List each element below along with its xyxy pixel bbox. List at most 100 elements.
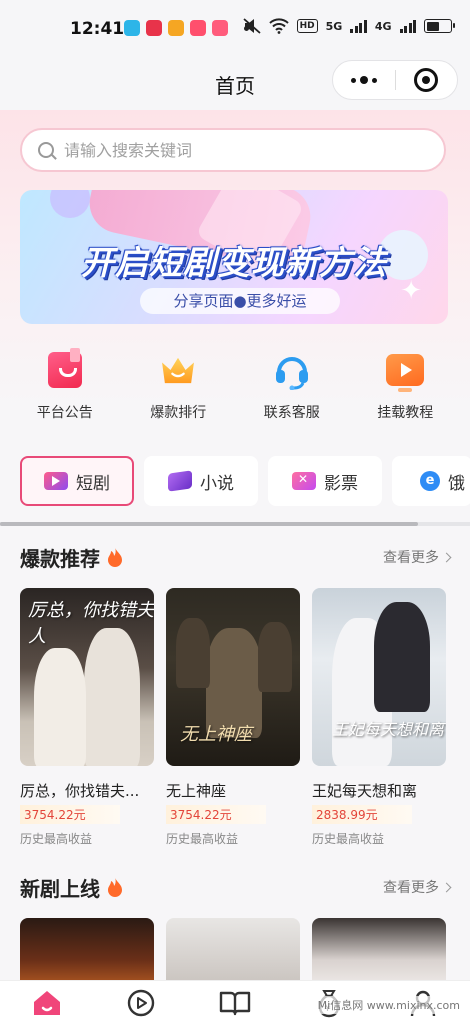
chevron-right-icon xyxy=(441,882,452,892)
app-notification-icon xyxy=(168,20,184,36)
category-tabs: 短剧 小说 影票 e 饿 xyxy=(20,456,470,508)
hot-section-header: 爆款推荐 查看更多 xyxy=(20,542,452,572)
drama-card[interactable] xyxy=(166,918,300,980)
drama-card[interactable]: 无上神座 无上神座 3754.22元 历史最高收益 xyxy=(166,588,300,847)
banner-title: 开启短剧变现新方法 xyxy=(81,243,387,282)
book-icon xyxy=(168,470,192,492)
banner-decoration xyxy=(50,190,90,218)
hd-badge: HD xyxy=(296,19,318,33)
tab-label: 影票 xyxy=(324,473,358,494)
close-button[interactable] xyxy=(395,61,457,99)
mini-program-capsule xyxy=(332,60,458,100)
drama-title: 无上神座 xyxy=(166,782,227,800)
poster-figure xyxy=(34,648,86,766)
quick-link-tutorial[interactable]: 挂载教程 xyxy=(355,350,455,422)
tv-play-icon xyxy=(386,354,425,392)
5g-label: 5G xyxy=(325,19,343,33)
drama-poster[interactable]: 厉总，你找错夫人 xyxy=(20,588,154,766)
see-more-link[interactable]: 查看更多 xyxy=(383,877,452,897)
tab-play[interactable] xyxy=(111,983,171,1023)
tab-movie-ticket[interactable]: 影票 xyxy=(268,456,382,506)
status-bar: 12:41 HD 5G 4G xyxy=(0,0,470,58)
earnings-note: 历史最高收益 xyxy=(20,832,93,846)
eleme-icon: e xyxy=(420,471,440,491)
drama-earnings: 3754.22元 xyxy=(166,805,266,824)
drama-card[interactable]: 厉总，你找错夫人 厉总，你找错夫... 3754.22元 历史最高收益 xyxy=(20,588,154,847)
book-open-icon xyxy=(219,991,251,1015)
new-section-header: 新剧上线 查看更多 xyxy=(20,872,452,902)
drama-poster[interactable]: 无上神座 xyxy=(166,588,300,766)
scrollbar-thumb[interactable] xyxy=(0,522,418,526)
quick-link-label: 平台公告 xyxy=(36,405,93,421)
crown-icon xyxy=(162,357,195,384)
poster-figure xyxy=(374,602,430,712)
search-icon xyxy=(38,142,54,158)
tab-library[interactable] xyxy=(205,983,265,1023)
home-icon xyxy=(34,990,60,1015)
drama-title: 厉总，你找错夫... xyxy=(20,782,140,800)
drama-card[interactable] xyxy=(312,918,446,980)
drama-card[interactable]: 王妃每天想和离 王妃每天想和离 2838.99元 历史最高收益 xyxy=(312,588,446,847)
see-more-link[interactable]: 查看更多 xyxy=(383,547,452,567)
see-more-label: 查看更多 xyxy=(383,880,439,896)
drama-title: 王妃每天想和离 xyxy=(312,782,418,800)
new-drama-list xyxy=(20,918,460,980)
quick-link-support[interactable]: 联系客服 xyxy=(242,350,342,422)
search-bar[interactable] xyxy=(20,128,446,172)
poster-title: 厉总，你找错夫人 xyxy=(28,600,154,647)
video-icon xyxy=(44,472,68,490)
drama-earnings: 3754.22元 xyxy=(20,805,120,824)
more-dots-icon[interactable] xyxy=(333,61,395,99)
tab-label: 饿 xyxy=(448,473,465,494)
drama-card[interactable] xyxy=(20,918,154,980)
chevron-right-icon xyxy=(441,552,452,562)
poster-figure xyxy=(176,618,210,688)
section-title: 新剧上线 xyxy=(20,876,100,901)
navigation-bar: 首页 xyxy=(0,58,470,110)
ticket-icon xyxy=(292,472,316,490)
main-content[interactable]: 开启短剧变现新方法 分享页面●更多好运 ✦ 平台公告 爆款排行 xyxy=(0,110,470,980)
poster-figure xyxy=(84,628,140,766)
see-more-label: 查看更多 xyxy=(383,550,439,566)
tab-short-drama[interactable]: 短剧 xyxy=(20,456,134,506)
play-icon xyxy=(127,989,155,1016)
drama-poster[interactable] xyxy=(20,918,154,980)
drama-poster[interactable] xyxy=(312,918,446,980)
poster-figure xyxy=(258,622,292,692)
tab-novel[interactable]: 小说 xyxy=(144,456,258,506)
banner-subtitle: 分享页面●更多好运 xyxy=(140,288,340,314)
drama-poster[interactable] xyxy=(166,918,300,980)
quick-links: 平台公告 爆款排行 联系客服 挂载教程 xyxy=(0,348,470,422)
quick-link-label: 爆款排行 xyxy=(150,405,207,421)
earnings-note: 历史最高收益 xyxy=(312,832,385,846)
search-input[interactable] xyxy=(64,140,394,160)
notification-icons xyxy=(124,20,249,36)
mute-icon xyxy=(243,18,261,34)
quick-link-ranking[interactable]: 爆款排行 xyxy=(128,350,228,422)
app-notification-icon xyxy=(124,20,140,36)
fire-icon xyxy=(108,877,122,897)
poster-title: 王妃每天想和离 xyxy=(332,720,445,739)
tab-home[interactable] xyxy=(17,983,77,1023)
signal-4g-icon xyxy=(399,19,416,33)
tabs-scrollbar[interactable] xyxy=(0,522,470,526)
poster-title: 无上神座 xyxy=(180,724,252,745)
earnings-note: 历史最高收益 xyxy=(166,832,239,846)
notice-icon xyxy=(47,348,82,388)
system-indicators: HD 5G 4G xyxy=(243,18,455,34)
hot-drama-list: 厉总，你找错夫人 厉总，你找错夫... 3754.22元 历史最高收益 无上神座… xyxy=(20,588,460,847)
battery-icon xyxy=(424,19,455,33)
target-circle-icon xyxy=(414,68,439,92)
tab-label: 短剧 xyxy=(76,473,110,494)
watermark: Mi信息网 www.mixinx.com xyxy=(313,996,464,1014)
fire-icon xyxy=(108,547,122,567)
tab-label: 小说 xyxy=(200,473,234,494)
app-notification-icon xyxy=(146,20,162,36)
drama-poster[interactable]: 王妃每天想和离 xyxy=(312,588,446,766)
quick-link-notice[interactable]: 平台公告 xyxy=(15,348,115,422)
drama-earnings: 2838.99元 xyxy=(312,805,412,824)
wifi-icon xyxy=(268,18,289,34)
promo-banner[interactable]: 开启短剧变现新方法 分享页面●更多好运 ✦ xyxy=(20,190,448,324)
headset-icon xyxy=(275,357,308,390)
tab-eleme[interactable]: e 饿 xyxy=(392,456,470,506)
